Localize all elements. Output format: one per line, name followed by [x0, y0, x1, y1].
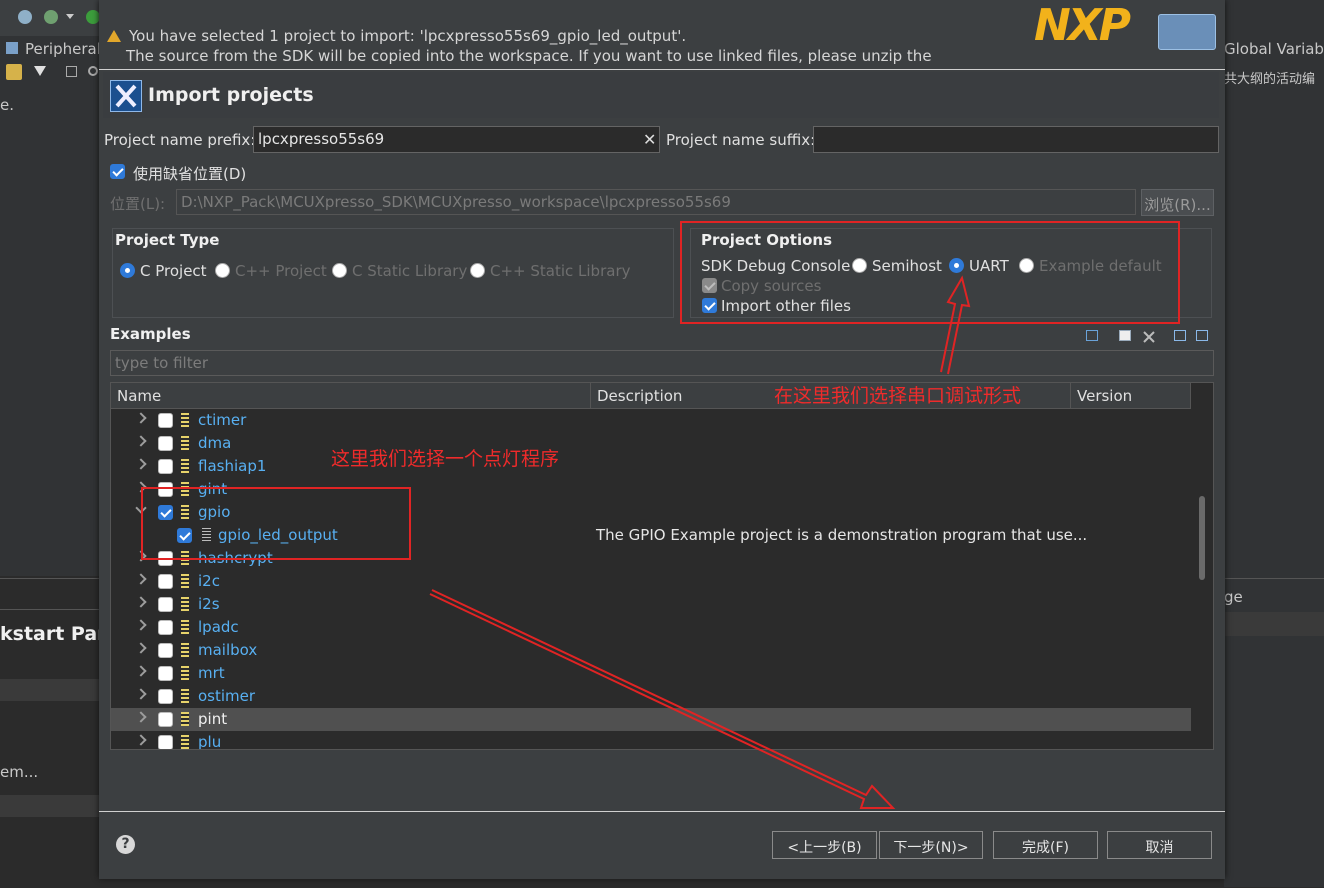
up-arrow	[940, 275, 971, 375]
down-arrow	[429, 589, 896, 809]
annotation-arrows	[429, 275, 971, 809]
